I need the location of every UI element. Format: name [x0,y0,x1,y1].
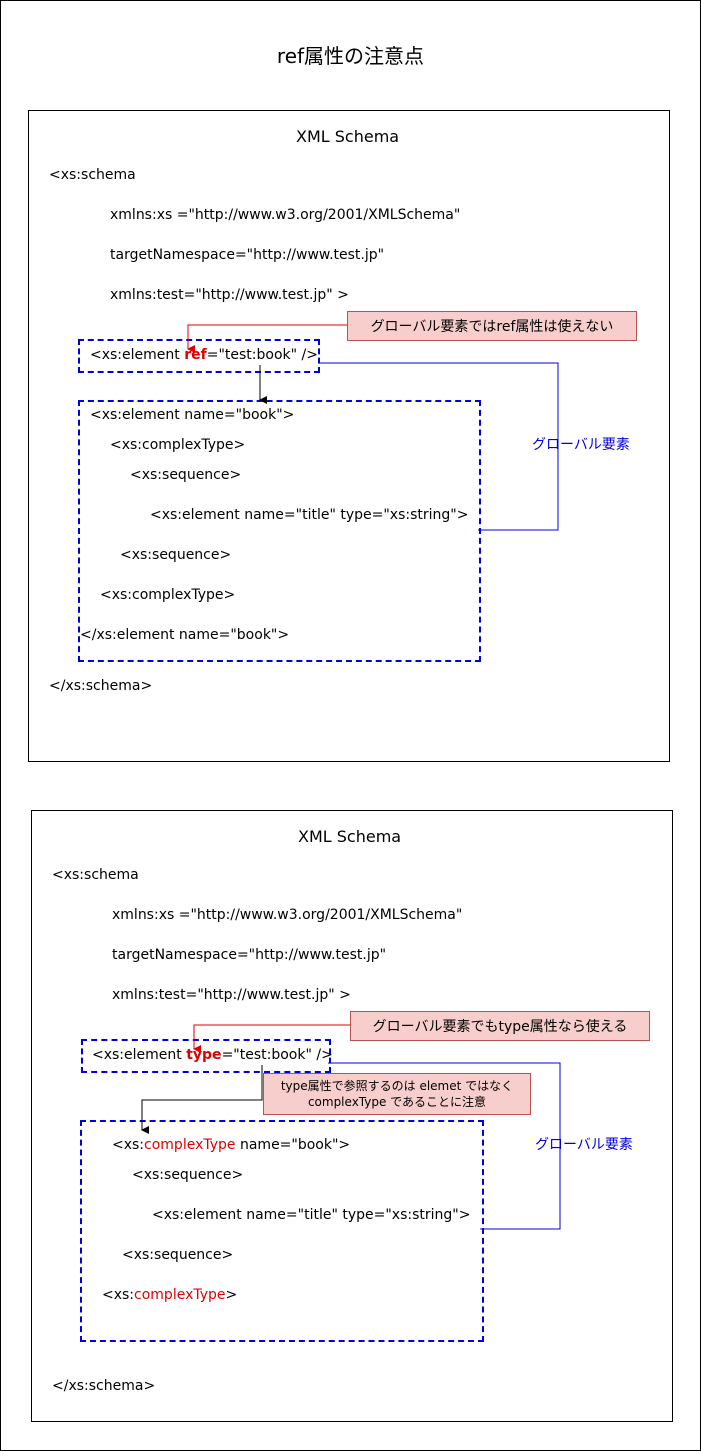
global-bracket-2 [328,1062,561,1230]
type-callout-connector [193,1024,350,1053]
type-to-complextype-arrow [141,1065,263,1134]
connector-layer [141,324,561,1230]
global-bracket-1 [318,362,559,531]
ref-callout-connector [187,324,347,353]
